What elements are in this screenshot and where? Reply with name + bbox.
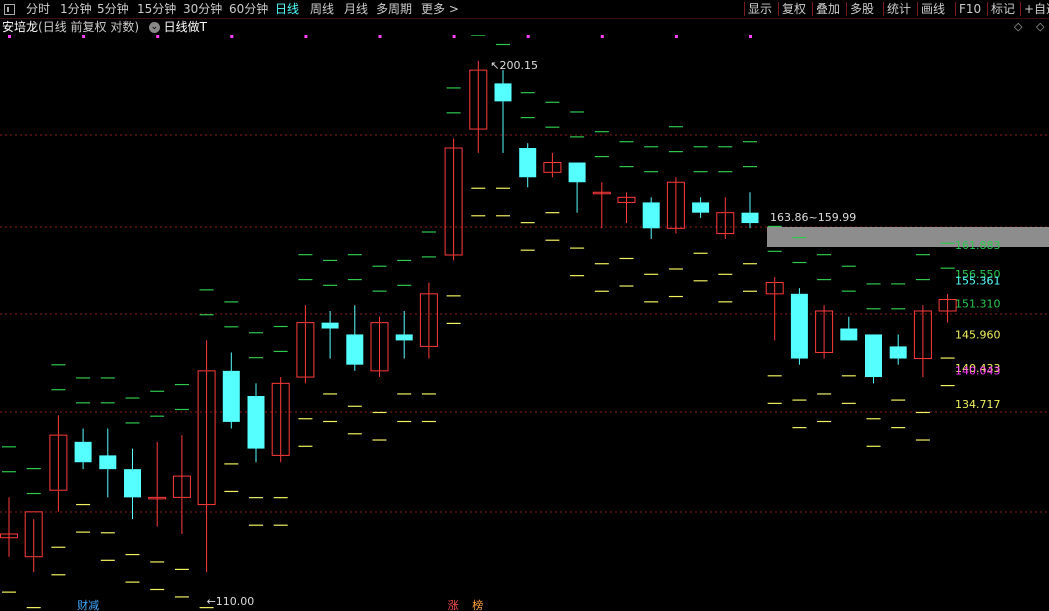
toolbar-separator bbox=[1020, 2, 1021, 16]
toolbar-separator bbox=[917, 2, 918, 16]
collapse-icon[interactable] bbox=[4, 4, 15, 15]
candle-body bbox=[247, 395, 265, 449]
candlestick-chart: ↖200.15←110.00163.86~159.99161.883156.55… bbox=[0, 35, 1049, 611]
candle-body bbox=[99, 455, 117, 470]
tool-button-0[interactable]: 显示 bbox=[748, 0, 772, 18]
indicator-name[interactable]: 日线做T bbox=[164, 20, 207, 34]
candle-body bbox=[519, 148, 537, 178]
period-tab-2[interactable]: 5分钟 bbox=[97, 0, 129, 18]
candle-body bbox=[395, 334, 413, 341]
bottom-marker: 财减 bbox=[77, 598, 99, 611]
period-toolbar: 分时 1分钟 5分钟 15分钟 30分钟 60分钟 日线 周线 月线 多周期 更多 > 显示 复权 叠加多… bbox=[0, 0, 1049, 19]
right-price-label: 151.310 bbox=[955, 297, 1001, 310]
right-price-label: 140.043 bbox=[955, 365, 1001, 378]
tool-button-6[interactable]: F10 bbox=[959, 0, 981, 18]
candle-body bbox=[346, 334, 364, 365]
period-tab-4[interactable]: 30分钟 bbox=[183, 0, 222, 18]
diamond-icon[interactable]: ◇ bbox=[1014, 20, 1022, 33]
chart-params: (日线 前复权 对数) bbox=[38, 20, 140, 34]
gear-icon[interactable]: ◇ bbox=[1036, 20, 1044, 33]
top-marker-dot bbox=[304, 35, 308, 38]
period-tab-1[interactable]: 1分钟 bbox=[60, 0, 92, 18]
top-marker-dot bbox=[378, 35, 382, 38]
top-marker-dot bbox=[8, 35, 11, 38]
period-tab-8[interactable]: 月线 bbox=[344, 0, 368, 18]
period-tab-7[interactable]: 周线 bbox=[310, 0, 334, 18]
candle-body bbox=[124, 469, 141, 498]
window-icons: ◇ ◇ bbox=[1014, 20, 1044, 33]
candle-body bbox=[692, 202, 710, 213]
tool-button-4[interactable]: 统计 bbox=[887, 0, 911, 18]
range-highlight bbox=[767, 227, 1049, 247]
right-price-label: 145.960 bbox=[955, 329, 1001, 342]
toolbar-separator bbox=[744, 2, 745, 16]
tool-button-3[interactable]: 多股 bbox=[850, 0, 874, 18]
candle-body bbox=[494, 83, 512, 102]
top-marker-dot bbox=[600, 35, 604, 38]
tool-button-2[interactable]: 叠加 bbox=[816, 0, 840, 18]
top-marker-dot bbox=[749, 35, 752, 38]
candle-body bbox=[222, 370, 240, 422]
period-tab-3[interactable]: 15分钟 bbox=[137, 0, 176, 18]
candle-body bbox=[865, 334, 882, 378]
toolbar-separator bbox=[846, 2, 847, 16]
top-marker-dot bbox=[452, 35, 456, 38]
top-marker-dot bbox=[674, 35, 678, 38]
tool-button-1[interactable]: 复权 bbox=[782, 0, 806, 18]
info-bar: 安培龙(日线 前复权 对数) ⌄ 日线做T bbox=[0, 19, 207, 35]
candle-body bbox=[74, 441, 92, 463]
right-price-label: 161.883 bbox=[955, 239, 1001, 252]
top-marker-dot bbox=[156, 35, 160, 38]
bottom-marker: 涨 bbox=[448, 599, 459, 611]
toolbar-separator bbox=[955, 2, 956, 16]
candle-body bbox=[568, 162, 586, 183]
tool-button-8[interactable]: +自选 bbox=[1024, 0, 1049, 18]
right-price-label: 134.717 bbox=[955, 398, 1001, 411]
top-marker-dot bbox=[82, 35, 86, 38]
candle-body bbox=[790, 293, 808, 359]
period-tab-5[interactable]: 60分钟 bbox=[229, 0, 268, 18]
toolbar-separator bbox=[812, 2, 813, 16]
toolbar-separator bbox=[778, 2, 779, 16]
candle-body bbox=[741, 212, 759, 224]
high-price-label: ↖200.15 bbox=[490, 59, 538, 72]
period-tab-0[interactable]: 分时 bbox=[26, 0, 50, 18]
low-price-label: ←110.00 bbox=[207, 595, 255, 608]
candle-body bbox=[321, 322, 339, 329]
candle-body bbox=[889, 346, 907, 359]
period-tab-9[interactable]: 多周期 bbox=[376, 0, 412, 18]
period-tab-6[interactable]: 日线 bbox=[275, 0, 299, 18]
period-tab-10[interactable]: 更多 > bbox=[421, 0, 459, 18]
candle-body bbox=[642, 202, 660, 229]
tool-button-5[interactable]: 画线 bbox=[921, 0, 945, 18]
candle-body bbox=[840, 328, 858, 341]
toolbar-separator bbox=[883, 2, 884, 16]
right-price-label: 155.361 bbox=[955, 275, 1001, 288]
bottom-marker: 榜 bbox=[472, 598, 483, 611]
tool-button-7[interactable]: 标记 bbox=[991, 0, 1015, 18]
top-marker-dot bbox=[230, 35, 234, 38]
chevron-circle-icon[interactable]: ⌄ bbox=[148, 22, 160, 33]
stock-name: 安培龙 bbox=[2, 20, 39, 34]
top-marker-dot bbox=[526, 35, 530, 38]
toolbar-separator bbox=[987, 2, 988, 16]
range-label: 163.86~159.99 bbox=[770, 211, 856, 224]
